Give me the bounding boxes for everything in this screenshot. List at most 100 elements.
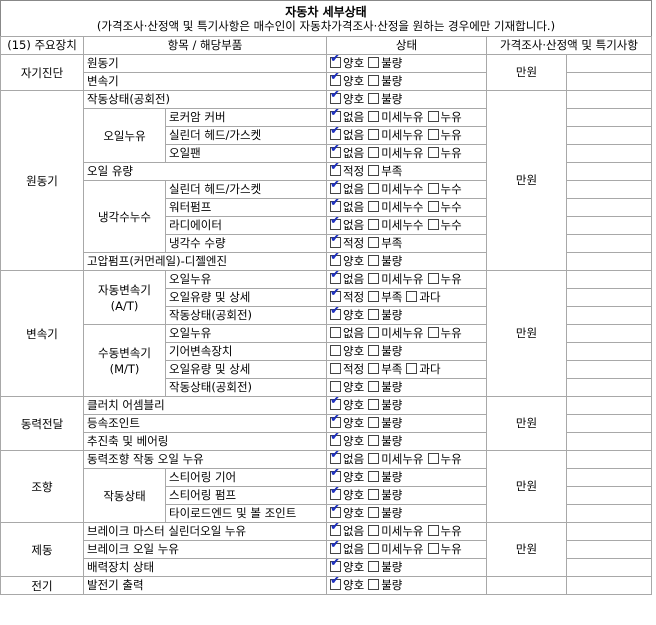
checked-checkbox-icon[interactable]	[330, 272, 342, 284]
status-option[interactable]: 없음	[330, 128, 364, 144]
status-option[interactable]: 과다	[406, 362, 441, 378]
status-option[interactable]: 적정	[330, 236, 364, 252]
checkbox-icon[interactable]	[368, 165, 380, 176]
price-cell[interactable]: 만원	[486, 522, 568, 577]
note-cell[interactable]	[566, 486, 653, 505]
price-cell[interactable]: 만원	[486, 90, 568, 271]
note-cell[interactable]	[566, 306, 653, 325]
status-option[interactable]: 양호	[330, 560, 364, 576]
status-option[interactable]: 적정	[330, 290, 364, 306]
checkbox-icon[interactable]	[330, 363, 342, 374]
note-cell[interactable]	[566, 180, 653, 199]
status-option[interactable]: 불량	[368, 344, 402, 360]
status-option[interactable]: 불량	[368, 560, 402, 576]
status-option[interactable]: 미세누유	[368, 542, 424, 558]
note-cell[interactable]	[566, 54, 653, 73]
status-option[interactable]: 미세누유	[368, 524, 424, 540]
note-cell[interactable]	[566, 72, 653, 91]
checkbox-icon[interactable]	[427, 543, 439, 554]
checkbox-icon[interactable]	[368, 471, 380, 482]
status-option[interactable]: 부족	[368, 362, 402, 378]
checkbox-icon[interactable]	[368, 183, 380, 194]
status-option[interactable]: 양호	[330, 92, 364, 108]
status-option[interactable]: 없음	[330, 146, 364, 162]
status-option[interactable]: 양호	[330, 308, 364, 324]
checkbox-icon[interactable]	[427, 147, 439, 158]
checkbox-icon[interactable]	[368, 543, 380, 554]
status-option[interactable]: 양호	[330, 488, 364, 504]
checkbox-icon[interactable]	[368, 93, 380, 104]
checked-checkbox-icon[interactable]	[330, 506, 342, 518]
status-option[interactable]: 양호	[330, 470, 364, 486]
status-option[interactable]: 누유	[427, 128, 462, 144]
checkbox-icon[interactable]	[368, 345, 380, 356]
status-option[interactable]: 없음	[330, 182, 364, 198]
checkbox-icon[interactable]	[368, 561, 380, 572]
status-option[interactable]: 없음	[330, 200, 364, 216]
checkbox-icon[interactable]	[427, 273, 439, 284]
checkbox-icon[interactable]	[368, 237, 380, 248]
status-option[interactable]: 불량	[368, 416, 402, 432]
note-cell[interactable]	[566, 90, 653, 109]
status-option[interactable]: 양호	[330, 398, 364, 414]
status-option[interactable]: 양호	[330, 74, 364, 90]
status-option[interactable]: 양호	[330, 506, 364, 522]
checkbox-icon[interactable]	[368, 399, 380, 410]
checked-checkbox-icon[interactable]	[330, 470, 342, 482]
note-cell[interactable]	[566, 450, 653, 469]
status-option[interactable]: 누유	[427, 452, 462, 468]
note-cell[interactable]	[566, 504, 653, 523]
status-option[interactable]: 양호	[330, 380, 364, 396]
price-cell[interactable]: 만원	[486, 396, 568, 451]
status-option[interactable]: 누수	[427, 218, 462, 234]
note-cell[interactable]	[566, 198, 653, 217]
status-option[interactable]: 누유	[427, 272, 462, 288]
checked-checkbox-icon[interactable]	[330, 542, 342, 554]
note-cell[interactable]	[566, 414, 653, 433]
checkbox-icon[interactable]	[368, 129, 380, 140]
checkbox-icon[interactable]	[368, 309, 380, 320]
checkbox-icon[interactable]	[368, 453, 380, 464]
note-cell[interactable]	[566, 288, 653, 307]
note-cell[interactable]	[566, 216, 653, 235]
checked-checkbox-icon[interactable]	[330, 524, 342, 536]
note-cell[interactable]	[566, 234, 653, 253]
price-cell[interactable]: 만원	[486, 450, 568, 523]
note-cell[interactable]	[566, 468, 653, 487]
status-option[interactable]: 없음	[330, 272, 364, 288]
note-cell[interactable]	[566, 108, 653, 127]
status-option[interactable]: 누유	[427, 326, 462, 342]
note-cell[interactable]	[566, 360, 653, 379]
checked-checkbox-icon[interactable]	[330, 146, 342, 158]
checked-checkbox-icon[interactable]	[330, 74, 342, 86]
checkbox-icon[interactable]	[427, 525, 439, 536]
status-option[interactable]: 불량	[368, 506, 402, 522]
checkbox-icon[interactable]	[368, 327, 380, 338]
checkbox-icon[interactable]	[368, 435, 380, 446]
status-option[interactable]: 양호	[330, 344, 364, 360]
checkbox-icon[interactable]	[330, 381, 342, 392]
checked-checkbox-icon[interactable]	[330, 128, 342, 140]
status-option[interactable]: 적정	[330, 164, 364, 180]
status-option[interactable]: 불량	[368, 74, 402, 90]
checkbox-icon[interactable]	[406, 291, 418, 302]
checked-checkbox-icon[interactable]	[330, 308, 342, 320]
checked-checkbox-icon[interactable]	[330, 56, 342, 68]
checked-checkbox-icon[interactable]	[330, 290, 342, 302]
checkbox-icon[interactable]	[368, 255, 380, 266]
checkbox-icon[interactable]	[368, 147, 380, 158]
note-cell[interactable]	[566, 378, 653, 397]
note-cell[interactable]	[566, 144, 653, 163]
status-option[interactable]: 부족	[368, 290, 402, 306]
checked-checkbox-icon[interactable]	[330, 578, 342, 590]
checked-checkbox-icon[interactable]	[330, 236, 342, 248]
status-option[interactable]: 미세누유	[368, 272, 424, 288]
status-option[interactable]: 불량	[368, 470, 402, 486]
note-cell[interactable]	[566, 324, 653, 343]
checked-checkbox-icon[interactable]	[330, 254, 342, 266]
status-option[interactable]: 없음	[330, 110, 364, 126]
status-option[interactable]: 없음	[330, 542, 364, 558]
status-option[interactable]: 없음	[330, 524, 364, 540]
status-option[interactable]: 누수	[427, 182, 462, 198]
checkbox-icon[interactable]	[406, 363, 418, 374]
